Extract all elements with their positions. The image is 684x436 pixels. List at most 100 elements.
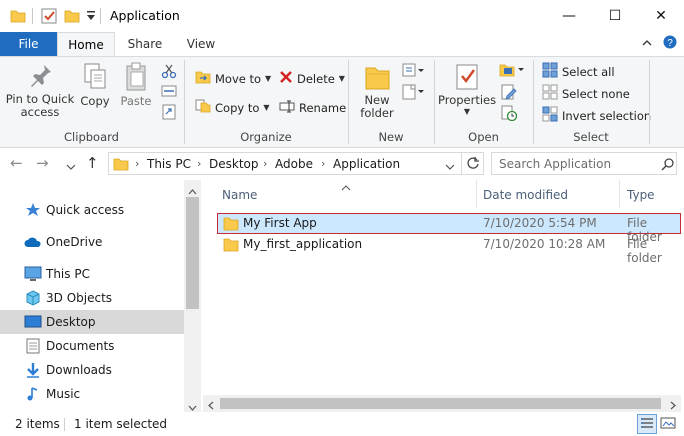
sort-ascending-icon (341, 180, 351, 194)
breadcrumb-desktop[interactable]: Desktop (209, 157, 259, 171)
select-none-button[interactable]: Select none (542, 84, 630, 103)
breadcrumb-adobe[interactable]: Adobe (275, 157, 313, 171)
copy-to-button[interactable]: Copy to ▼ (195, 99, 270, 116)
recent-locations-button[interactable] (66, 160, 76, 174)
minimize-button[interactable]: — (546, 0, 592, 32)
scroll-right-icon[interactable] (670, 399, 676, 413)
column-header-type[interactable]: Type (627, 188, 655, 202)
ribbon-separator (649, 60, 650, 144)
chevron-right-icon: › (263, 157, 268, 170)
history-icon[interactable] (501, 105, 518, 124)
nav-item-onedrive[interactable]: OneDrive (0, 230, 184, 254)
close-icon: ✕ (655, 8, 667, 24)
organize-group-label: Organize (240, 130, 292, 144)
scroll-left-icon[interactable] (208, 399, 214, 413)
arrow-right-icon: → (36, 154, 49, 172)
nav-item-downloads[interactable]: Downloads (0, 358, 184, 382)
delete-label: Delete (297, 71, 335, 86)
nav-scrollbar-thumb[interactable] (186, 197, 199, 309)
chevron-down-icon: ▼ (263, 103, 270, 112)
maximize-button[interactable]: ☐ (592, 0, 638, 32)
ribbon-expand-icon[interactable] (641, 37, 653, 52)
nav-item-music[interactable]: Music (0, 382, 184, 406)
file-type: File folder (627, 237, 662, 265)
file-list-scrollbar-thumb[interactable] (220, 398, 661, 409)
music-icon (24, 385, 42, 403)
customize-quick-access-icon[interactable] (86, 10, 96, 25)
desktop-icon (24, 313, 42, 331)
tab-file[interactable]: File (0, 32, 57, 56)
cube-icon (24, 289, 42, 307)
folder-icon (223, 216, 239, 234)
new-folder-button[interactable]: New folder (356, 62, 398, 120)
file-date-modified: 7/10/2020 5:54 PM (483, 216, 597, 230)
nav-item-documents[interactable]: Documents (0, 334, 184, 358)
copy-icon (77, 62, 113, 92)
cloud-icon (24, 233, 42, 251)
paste-shortcut-icon[interactable] (162, 104, 176, 123)
new-folder-quick-icon[interactable] (64, 8, 80, 27)
up-button[interactable]: ↑ (86, 154, 99, 172)
properties-quick-icon[interactable] (40, 7, 58, 28)
breadcrumb-application[interactable]: Application (333, 157, 400, 171)
column-header-name[interactable]: Name (222, 188, 257, 202)
tab-home[interactable]: Home (57, 32, 115, 57)
properties-button[interactable]: Properties ▼ (438, 62, 496, 116)
copy-to-label: Copy to (215, 100, 260, 115)
status-separator (64, 418, 65, 431)
delete-button[interactable]: Delete ▼ (279, 70, 345, 87)
help-icon[interactable]: ? (663, 35, 677, 52)
select-none-label: Select none (562, 86, 630, 101)
status-selection: 1 item selected (74, 417, 168, 431)
file-date-modified: 7/10/2020 10:28 AM (483, 237, 606, 251)
nav-item-desktop[interactable]: Desktop (0, 310, 184, 334)
nav-item-quick-access[interactable]: Quick access (0, 198, 184, 222)
copy-button[interactable]: Copy (77, 62, 113, 108)
open-icon[interactable] (499, 62, 525, 81)
copy-to-icon (195, 99, 211, 116)
chevron-down-icon (66, 164, 76, 170)
svg-text:?: ? (667, 38, 673, 49)
properties-label: Properties (438, 93, 497, 107)
nav-item-label: Documents (46, 339, 115, 353)
select-all-icon (542, 62, 558, 81)
details-view-button[interactable] (637, 414, 657, 434)
paste-button[interactable]: Paste (118, 62, 154, 108)
tab-view[interactable]: View (173, 32, 229, 56)
address-folder-icon (113, 156, 129, 175)
edit-icon[interactable] (501, 84, 517, 103)
address-history-button[interactable] (445, 160, 455, 174)
file-name: My First App (243, 216, 317, 230)
pin-to-quick-access-button[interactable]: Pin to Quick access (3, 62, 77, 119)
computer-icon (24, 265, 42, 283)
column-header-date-modified[interactable]: Date modified (483, 188, 568, 202)
move-to-button[interactable]: Move to ▼ (195, 70, 271, 87)
large-icons-view-button[interactable] (659, 414, 679, 434)
chevron-down-icon: ▼ (265, 74, 272, 83)
move-to-icon (195, 70, 211, 87)
select-none-icon (542, 84, 558, 103)
breadcrumb-this-pc[interactable]: This PC (147, 157, 191, 171)
easy-access-icon[interactable] (402, 84, 424, 103)
invert-selection-button[interactable]: Invert selection (542, 106, 651, 125)
close-button[interactable]: ✕ (638, 0, 684, 32)
nav-item-label: Quick access (46, 203, 125, 217)
copy-path-icon[interactable] (161, 84, 177, 101)
move-to-label: Move to (215, 71, 262, 86)
cut-icon[interactable] (161, 63, 177, 82)
select-all-button[interactable]: Select all (542, 62, 615, 81)
title-separator (100, 8, 101, 24)
nav-item-3d-objects[interactable]: 3D Objects (0, 286, 184, 310)
minimize-icon: — (562, 8, 576, 24)
rename-button[interactable]: Rename (279, 99, 346, 116)
nav-item-this-pc[interactable]: This PC (0, 262, 184, 286)
scroll-up-icon[interactable] (188, 184, 197, 198)
tab-share[interactable]: Share (117, 32, 173, 56)
new-item-icon[interactable] (402, 63, 424, 82)
select-group-label: Select (573, 130, 609, 144)
nav-item-label: OneDrive (46, 235, 103, 249)
back-button[interactable]: ← (10, 154, 23, 172)
status-item-count: 2 items (15, 417, 60, 431)
forward-button[interactable]: → (36, 154, 49, 172)
scroll-down-icon[interactable] (188, 400, 197, 414)
